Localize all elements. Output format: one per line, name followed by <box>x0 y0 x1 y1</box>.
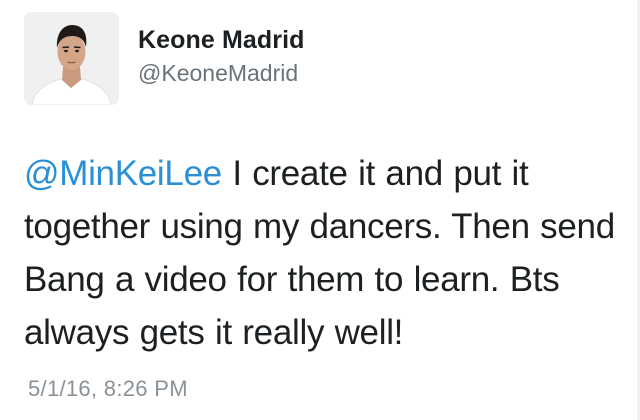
tweet-timestamp[interactable]: 5/1/16, 8:26 PM <box>28 376 188 402</box>
mention-link[interactable]: @MinKeiLee <box>24 154 222 193</box>
avatar[interactable] <box>24 12 119 105</box>
tweet-card: Keone Madrid @KeoneMadrid @MinKeiLee I c… <box>0 0 640 420</box>
author-display-name[interactable]: Keone Madrid <box>138 26 305 55</box>
profile-photo-icon <box>24 12 119 105</box>
tweet-text: @MinKeiLee I create it and put it togeth… <box>24 147 624 359</box>
author-handle[interactable]: @KeoneMadrid <box>138 60 298 87</box>
